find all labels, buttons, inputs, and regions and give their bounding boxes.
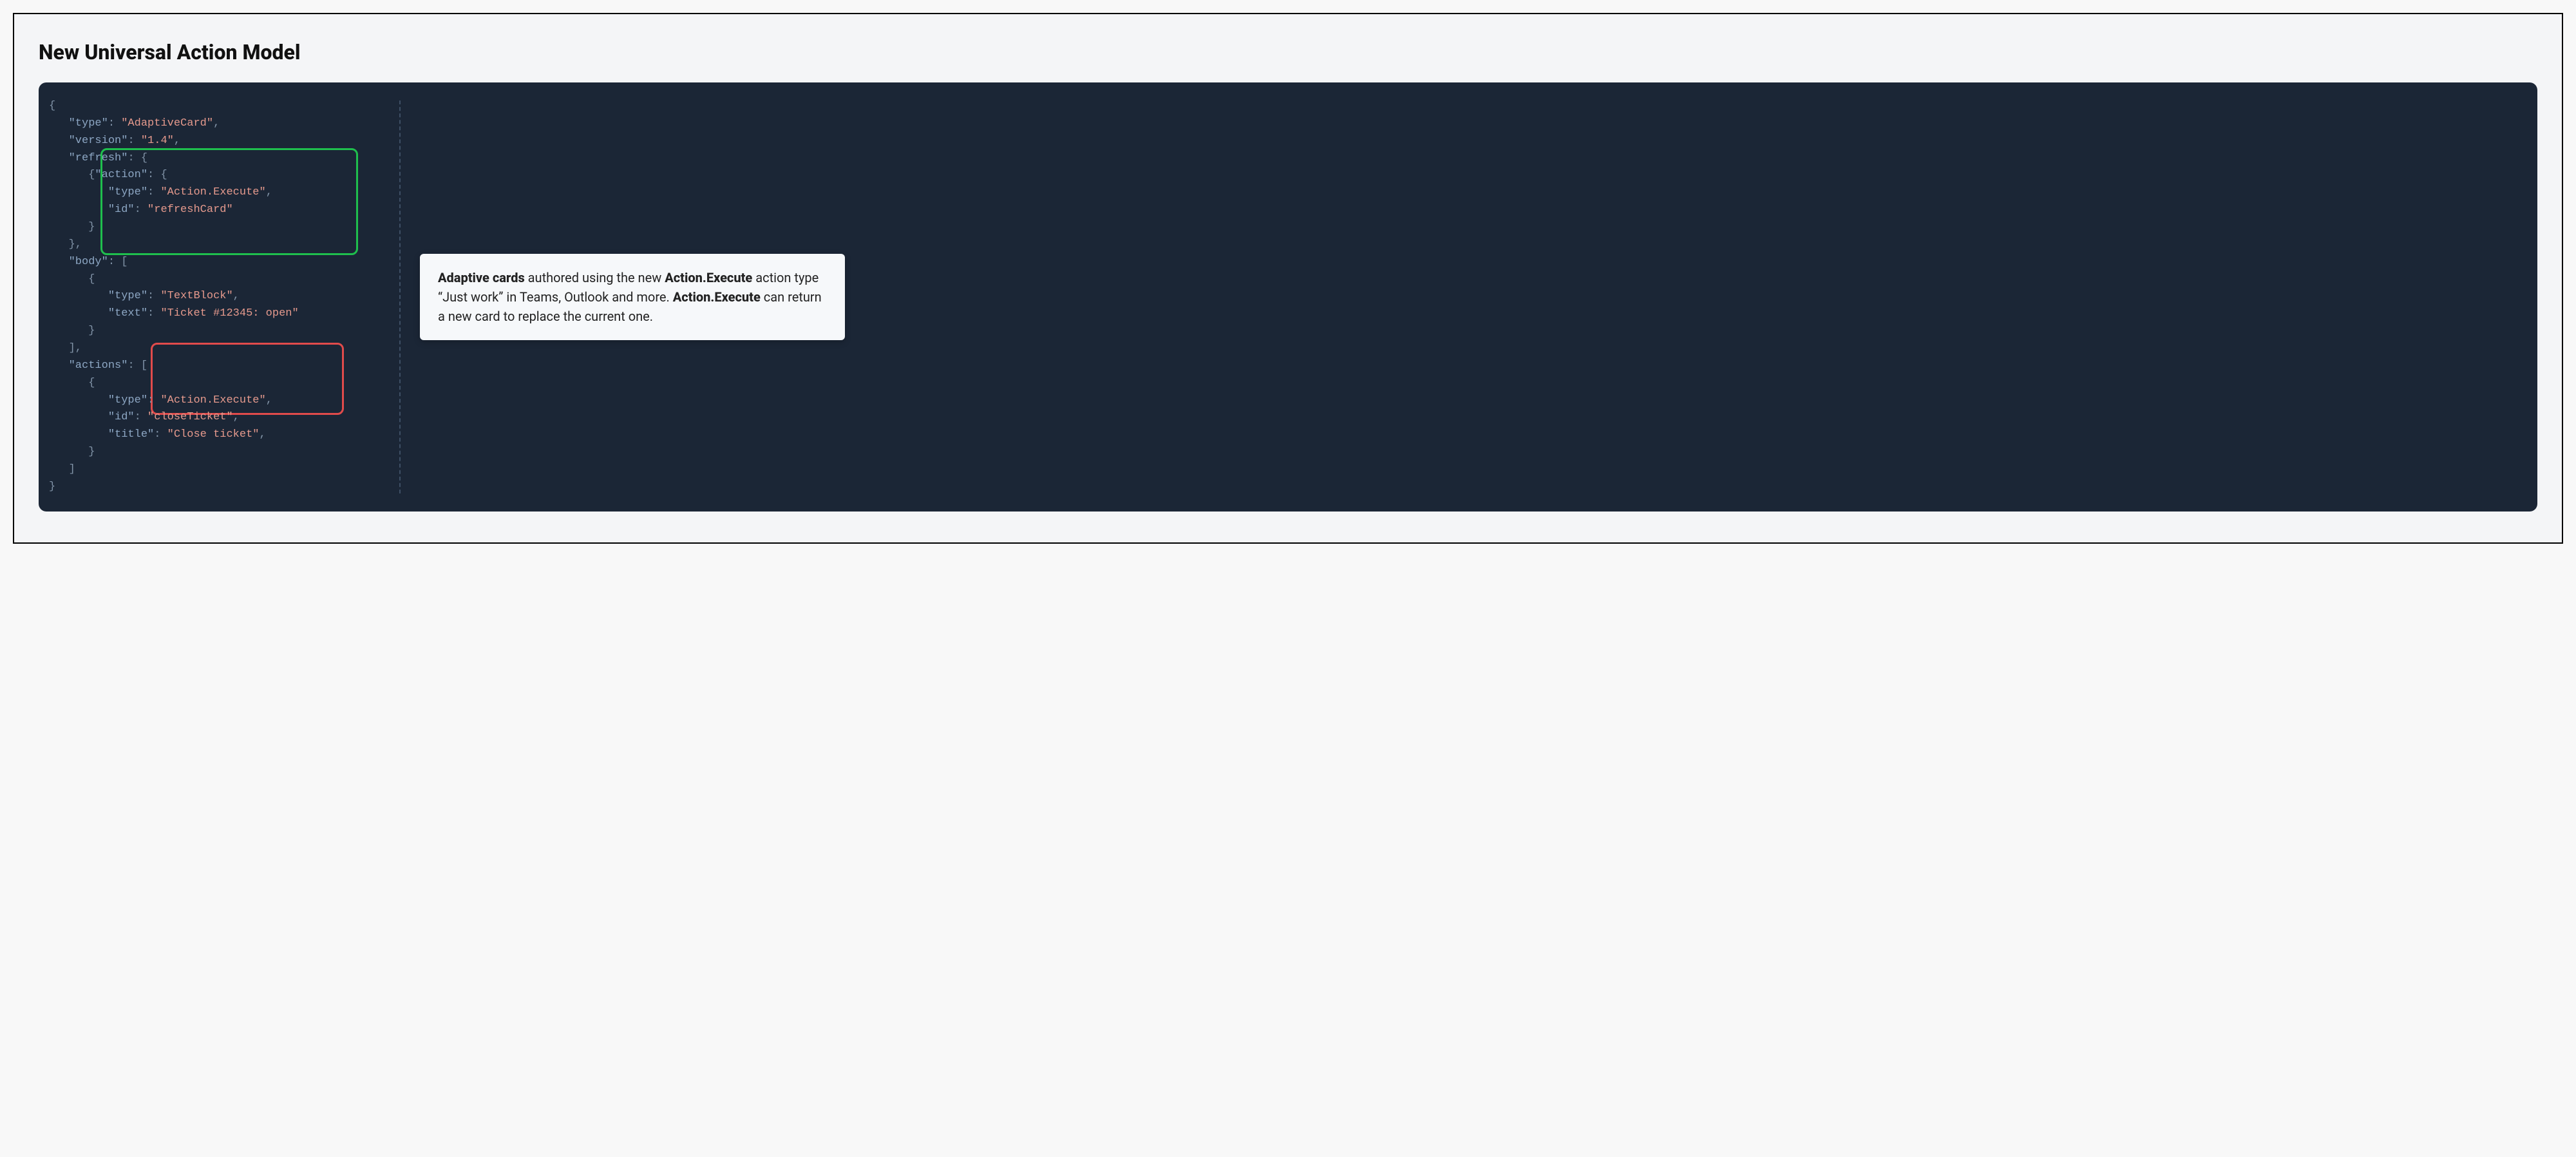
code-string: "Action.Execute" — [160, 394, 265, 406]
code-line: } — [88, 221, 95, 233]
code-block: { "type": "AdaptiveCard", "version": "1.… — [49, 98, 388, 496]
code-line: }, — [69, 238, 82, 251]
callout-text: Adaptive cards authored using the new Ac… — [438, 268, 827, 326]
code-line: } — [88, 325, 95, 337]
code-column: { "type": "AdaptiveCard", "version": "1.… — [45, 94, 393, 500]
callout-bold: Action.Execute — [673, 289, 761, 305]
code-key: "id" — [108, 411, 135, 423]
code-line: { — [88, 377, 95, 389]
code-line: } — [49, 481, 55, 493]
code-key: "type" — [69, 117, 108, 129]
code-line: { — [49, 100, 55, 112]
callout-bold: Adaptive cards — [438, 270, 525, 285]
code-key: "type" — [108, 394, 147, 406]
code-key: "action" — [95, 169, 147, 181]
callout-span: authored using the new — [525, 270, 665, 285]
code-line: } — [88, 446, 95, 458]
code-key: "type" — [108, 290, 147, 302]
code-string: "refreshCard" — [147, 204, 233, 216]
vertical-divider — [399, 100, 401, 493]
callout-bold: Action.Execute — [665, 270, 752, 285]
code-string: "closeTicket" — [147, 411, 233, 423]
code-key: "title" — [108, 428, 154, 441]
code-string: "Ticket #12345: open" — [160, 307, 298, 320]
code-string: "Action.Execute" — [160, 186, 265, 198]
code-string: "TextBlock" — [160, 290, 232, 302]
callout-card: Adaptive cards authored using the new Ac… — [420, 254, 845, 340]
code-key: "refresh" — [69, 152, 128, 164]
code-key: "actions" — [69, 359, 128, 372]
code-key: "text" — [108, 307, 147, 320]
code-line: { — [88, 273, 95, 285]
code-key: "body" — [69, 256, 108, 268]
code-string: "Close ticket" — [167, 428, 260, 441]
code-key: "id" — [108, 204, 135, 216]
code-panel: { "type": "AdaptiveCard", "version": "1.… — [39, 82, 2537, 512]
code-line: ], — [69, 342, 82, 354]
code-key: "version" — [69, 135, 128, 147]
code-string: "AdaptiveCard" — [121, 117, 213, 129]
code-line: ] — [69, 463, 75, 475]
document-frame: New Universal Action Model { "type": "Ad… — [13, 13, 2563, 544]
code-string: "1.4" — [141, 135, 174, 147]
description-column: Adaptive cards authored using the new Ac… — [420, 94, 2524, 500]
page-title: New Universal Action Model — [39, 40, 2537, 64]
code-key: "type" — [108, 186, 147, 198]
